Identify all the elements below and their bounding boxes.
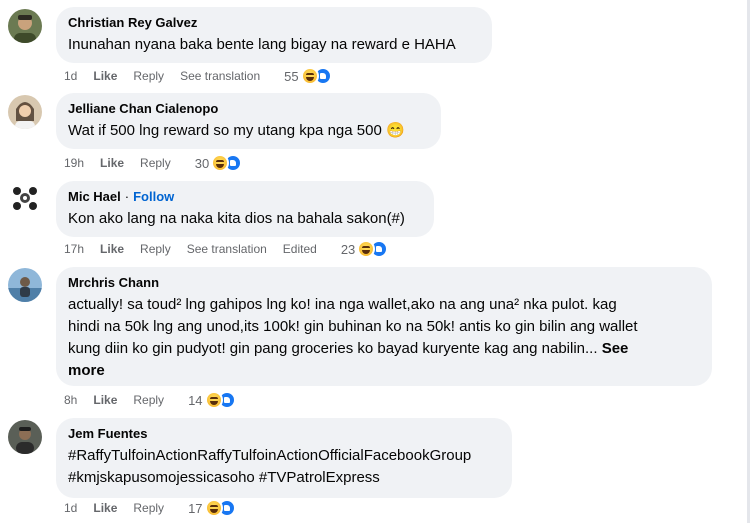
like-button[interactable]: Like xyxy=(93,393,117,407)
edited-label[interactable]: Edited xyxy=(283,242,317,256)
reaction-count: 23 xyxy=(340,241,356,257)
comment-bubble: Jem Fuentes #RaffyTulfoinActionRaffyTulf… xyxy=(56,418,512,498)
like-button[interactable]: Like xyxy=(100,242,124,256)
reply-button[interactable]: Reply xyxy=(133,501,164,515)
haha-icon xyxy=(204,391,223,409)
avatar[interactable] xyxy=(8,420,42,454)
comment-time[interactable]: 1d xyxy=(64,69,77,83)
comment: Mrchris Chann actually! sa toud² lng gah… xyxy=(0,262,740,412)
comment-text: Inunahan nyana baka bente lang bigay na … xyxy=(68,36,456,53)
comment-author[interactable]: Mrchris Chann xyxy=(68,275,159,291)
comment-actions: 1d Like Reply 17 xyxy=(64,499,236,517)
comment-text: actually! sa toud² lng gahipos lng ko! i… xyxy=(68,294,700,382)
comment-body: actually! sa toud² lng gahipos lng ko! i… xyxy=(68,296,638,357)
reply-button[interactable]: Reply xyxy=(140,242,171,256)
reaction-count: 14 xyxy=(188,392,203,408)
separator-dot: · xyxy=(124,189,130,204)
comment-time[interactable]: 17h xyxy=(64,242,84,256)
comment-author[interactable]: Jelliane Chan Cialenopo xyxy=(68,101,218,117)
comment-text: Wat if 500 lng reward so my utang kpa ng… xyxy=(68,122,405,139)
like-button[interactable]: Like xyxy=(100,156,124,170)
comment: Christian Rey Galvez Inunahan nyana baka… xyxy=(0,0,740,90)
avatar[interactable] xyxy=(8,95,42,129)
reaction-count: 55 xyxy=(284,68,299,84)
comment-time[interactable]: 19h xyxy=(64,156,84,170)
comment: Jelliane Chan Cialenopo Wat if 500 lng r… xyxy=(0,90,740,176)
comment-bubble: Mic Hael · Follow Kon ako lang na naka k… xyxy=(56,181,434,237)
reaction-summary[interactable]: 55 xyxy=(284,67,332,85)
comment-time[interactable]: 1d xyxy=(64,501,77,515)
see-translation-button[interactable]: See translation xyxy=(180,69,260,83)
comment-author[interactable]: Mic Hael xyxy=(68,189,121,205)
reaction-summary[interactable]: 30 xyxy=(194,154,243,172)
reaction-summary[interactable]: 14 xyxy=(188,391,236,409)
avatar[interactable] xyxy=(8,181,42,215)
haha-icon xyxy=(300,67,319,85)
follow-button[interactable]: Follow xyxy=(133,189,174,205)
avatar[interactable] xyxy=(8,9,42,43)
reply-button[interactable]: Reply xyxy=(140,156,171,170)
comment-bubble: Christian Rey Galvez Inunahan nyana baka… xyxy=(56,7,492,63)
comment-actions: 17h Like Reply See translation Edited 23 xyxy=(64,240,389,258)
comment: Jem Fuentes #RaffyTulfoinActionRaffyTulf… xyxy=(0,412,740,523)
comment: Mic Hael · Follow Kon ako lang na naka k… xyxy=(0,176,740,262)
comment-bubble: Jelliane Chan Cialenopo Wat if 500 lng r… xyxy=(56,93,441,149)
reply-button[interactable]: Reply xyxy=(133,393,164,407)
reaction-summary[interactable]: 23 xyxy=(340,240,389,258)
reaction-summary[interactable]: 17 xyxy=(188,499,236,517)
reaction-count: 30 xyxy=(194,155,210,171)
comment-text: Kon ako lang na naka kita dios na bahala… xyxy=(68,210,405,227)
reply-button[interactable]: Reply xyxy=(133,69,164,83)
comment-author[interactable]: Christian Rey Galvez xyxy=(68,15,197,31)
comment-bubble: Mrchris Chann actually! sa toud² lng gah… xyxy=(56,267,712,386)
comment-actions: 1d Like Reply See translation 55 xyxy=(64,67,332,85)
comment-time[interactable]: 8h xyxy=(64,393,77,407)
haha-icon xyxy=(204,499,223,517)
like-button[interactable]: Like xyxy=(93,69,117,83)
comment-author[interactable]: Jem Fuentes xyxy=(68,426,147,442)
reaction-count: 17 xyxy=(188,500,203,516)
comment-actions: 8h Like Reply 14 xyxy=(64,391,236,409)
see-translation-button[interactable]: See translation xyxy=(187,242,267,256)
avatar[interactable] xyxy=(8,268,42,302)
like-button[interactable]: Like xyxy=(93,501,117,515)
comment-text: #RaffyTulfoinActionRaffyTulfoinActionOff… xyxy=(68,447,472,486)
comment-actions: 19h Like Reply 30 xyxy=(64,154,243,172)
